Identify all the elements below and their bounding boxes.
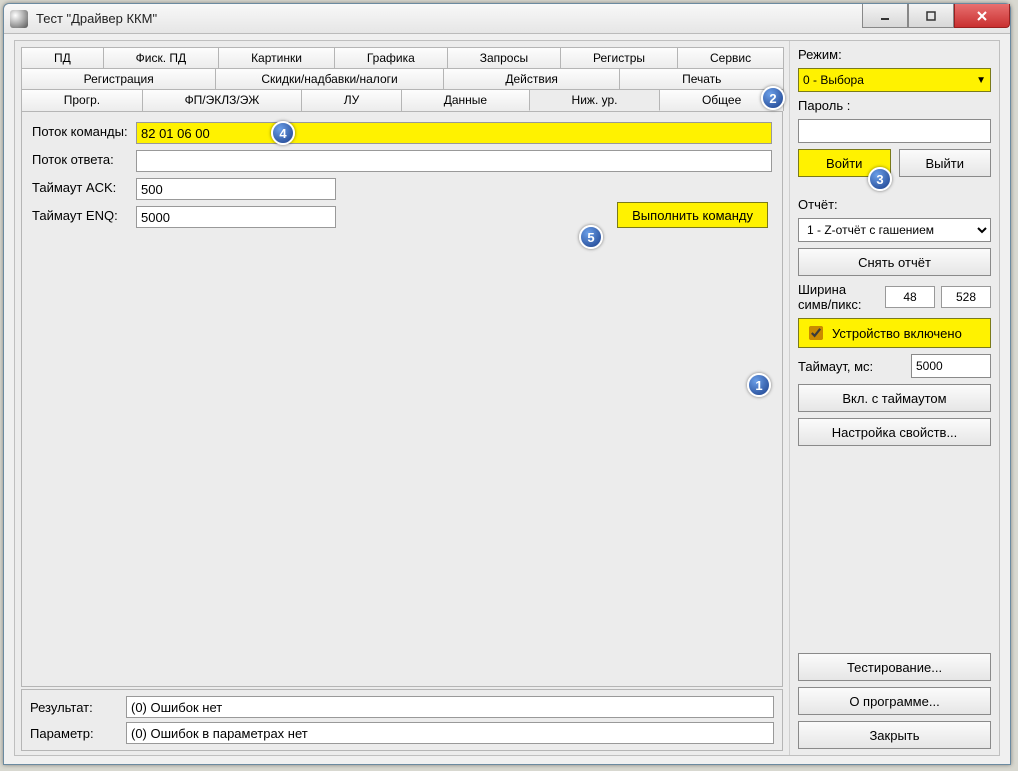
report-select[interactable]: 1 - Z-отчёт с гашением xyxy=(798,218,991,242)
mode-select[interactable]: 0 - Выбора ▼ xyxy=(798,68,991,92)
timeout-ack-row: Таймаут ACK: xyxy=(32,178,772,200)
tab-actions[interactable]: Действия xyxy=(443,68,621,89)
width-label: Ширина симв/пикс: xyxy=(798,282,879,312)
app-icon xyxy=(10,10,28,28)
tab-lowlevel[interactable]: Ниж. ур. xyxy=(529,89,660,111)
tab-service[interactable]: Сервис xyxy=(677,47,784,68)
report-label: Отчёт: xyxy=(798,197,991,212)
result-row: Результат: xyxy=(30,696,774,718)
maximize-button[interactable] xyxy=(908,4,954,28)
tab-lu[interactable]: ЛУ xyxy=(301,89,402,111)
tab-discounts[interactable]: Скидки/надбавки/налоги xyxy=(215,68,443,89)
window-title: Тест "Драйвер ККМ" xyxy=(36,11,157,26)
tab-print[interactable]: Печать xyxy=(619,68,784,89)
timeout-enq-label: Таймаут ENQ: xyxy=(32,206,136,224)
device-enabled-label: Устройство включено xyxy=(832,326,962,341)
command-stream-label: Поток команды: xyxy=(32,122,136,140)
titlebar: Тест "Драйвер ККМ" xyxy=(4,4,1010,34)
timeout-ms-label: Таймаут, мс: xyxy=(798,359,905,374)
device-enabled-row[interactable]: Устройство включено xyxy=(798,318,991,348)
tab-row-3: Прогр. ФП/ЭКЛЗ/ЭЖ ЛУ Данные Ниж. ур. Общ… xyxy=(21,89,783,111)
tab-graphics[interactable]: Графика xyxy=(334,47,448,68)
result-value[interactable] xyxy=(126,696,774,718)
about-button[interactable]: О программе... xyxy=(798,687,991,715)
login-row: Войти Выйти 3 xyxy=(798,149,991,177)
tab-row-1: ПД Фиск. ПД Картинки Графика Запросы Рег… xyxy=(21,47,783,68)
response-stream-label: Поток ответа: xyxy=(32,150,136,168)
command-stream-row: Поток команды: xyxy=(32,122,772,144)
response-stream-row: Поток ответа: xyxy=(32,150,772,172)
maximize-icon xyxy=(924,9,938,23)
chevron-down-icon: ▼ xyxy=(976,75,986,86)
param-label: Параметр: xyxy=(30,726,126,741)
left-pane: ПД Фиск. ПД Картинки Графика Запросы Рег… xyxy=(15,41,789,755)
response-stream-input[interactable] xyxy=(136,150,772,172)
snap-report-button[interactable]: Снять отчёт xyxy=(798,248,991,276)
tab-prog[interactable]: Прогр. xyxy=(21,89,143,111)
minimize-icon xyxy=(878,9,892,23)
device-enabled-checkbox[interactable] xyxy=(809,326,823,340)
tab-fp[interactable]: ФП/ЭКЛЗ/ЭЖ xyxy=(142,89,302,111)
timeout-row: Таймаут, мс: xyxy=(798,354,991,378)
width-row: Ширина симв/пикс: xyxy=(798,282,991,312)
tab-content: Поток команды: Поток ответа: Таймаут ACK… xyxy=(21,111,783,687)
enable-with-timeout-button[interactable]: Вкл. с таймаутом xyxy=(798,384,991,412)
tab-fisk-pd[interactable]: Фиск. ПД xyxy=(103,47,219,68)
testing-button[interactable]: Тестирование... xyxy=(798,653,991,681)
timeout-enq-input[interactable] xyxy=(136,206,336,228)
timeout-ack-label: Таймаут ACK: xyxy=(32,178,136,196)
logout-button[interactable]: Выйти xyxy=(899,149,992,177)
tab-data[interactable]: Данные xyxy=(401,89,530,111)
result-label: Результат: xyxy=(30,700,126,715)
password-label: Пароль : xyxy=(798,98,991,113)
right-pane: Режим: 0 - Выбора ▼ Пароль : Войти Выйти… xyxy=(789,41,999,755)
password-input[interactable] xyxy=(798,119,991,143)
annotation-bubble-2: 2 xyxy=(761,86,785,110)
annotation-bubble-5: 5 xyxy=(579,225,603,249)
param-value[interactable] xyxy=(126,722,774,744)
tab-stack: ПД Фиск. ПД Картинки Графика Запросы Рег… xyxy=(21,47,783,111)
close-button[interactable]: Закрыть xyxy=(798,721,991,749)
mode-select-value: 0 - Выбора xyxy=(803,73,864,87)
annotation-bubble-3: 3 xyxy=(868,167,892,191)
client-area: ПД Фиск. ПД Картинки Графика Запросы Рег… xyxy=(14,40,1000,756)
annotation-bubble-1: 1 xyxy=(747,373,771,397)
timeout-ack-input[interactable] xyxy=(136,178,336,200)
tab-pictures[interactable]: Картинки xyxy=(218,47,335,68)
mode-label: Режим: xyxy=(798,47,991,62)
annotation-bubble-4: 4 xyxy=(271,121,295,145)
tab-row-2: Регистрация Скидки/надбавки/налоги Дейст… xyxy=(21,68,783,89)
tab-queries[interactable]: Запросы xyxy=(447,47,561,68)
properties-button[interactable]: Настройка свойств... xyxy=(798,418,991,446)
app-window: Тест "Драйвер ККМ" ПД Фиск. ПД Картинки … xyxy=(3,3,1011,765)
width-px-input[interactable] xyxy=(941,286,991,308)
status-area: Результат: Параметр: xyxy=(21,689,783,751)
param-row: Параметр: xyxy=(30,722,774,744)
command-stream-input[interactable] xyxy=(136,122,772,144)
timeout-ms-input[interactable] xyxy=(911,354,991,378)
width-chars-input[interactable] xyxy=(885,286,935,308)
tab-pd[interactable]: ПД xyxy=(21,47,104,68)
close-window-button[interactable] xyxy=(954,4,1010,28)
minimize-button[interactable] xyxy=(862,4,908,28)
execute-command-button[interactable]: Выполнить команду xyxy=(617,202,768,228)
window-buttons xyxy=(862,4,1010,28)
tab-registration[interactable]: Регистрация xyxy=(21,68,216,89)
tab-registers[interactable]: Регистры xyxy=(560,47,678,68)
close-icon xyxy=(975,9,989,23)
